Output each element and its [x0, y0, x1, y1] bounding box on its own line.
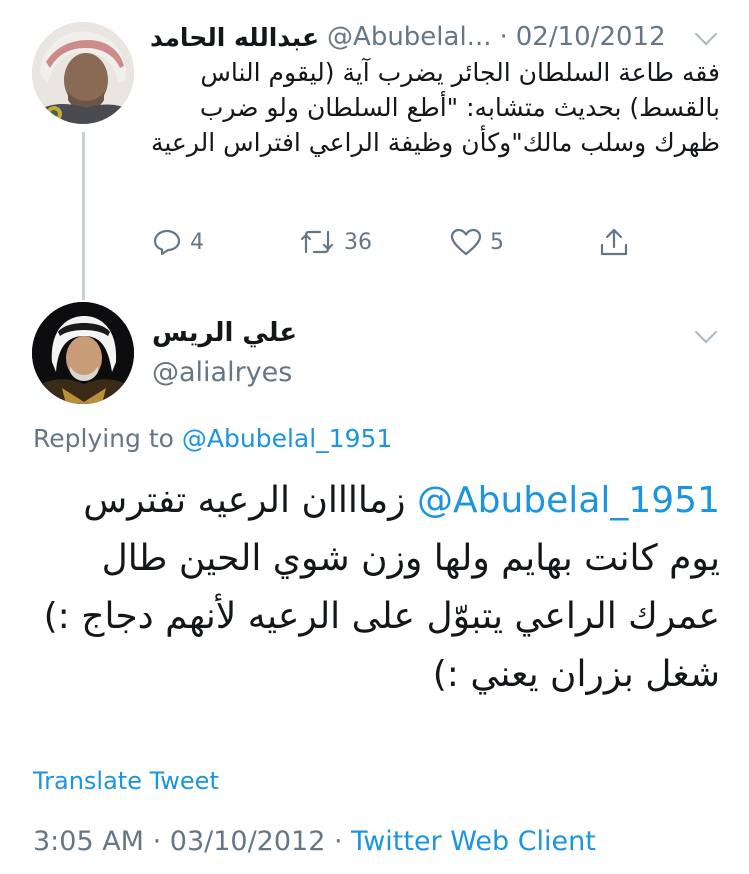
avatar-image — [32, 22, 134, 124]
translate-tweet-link[interactable]: Translate Tweet — [33, 767, 219, 795]
replying-to: Replying to @Abubelal_1951 — [33, 424, 392, 453]
separator: · — [499, 22, 508, 52]
share-icon — [600, 228, 628, 256]
retweet-count: 36 — [344, 229, 372, 255]
author-name[interactable]: عبدالله الحامد — [150, 23, 319, 52]
tweet-text: فقه طاعة السلطان الجائر يضرب آية (ليقوم … — [150, 58, 720, 157]
avatar-image — [32, 302, 134, 404]
reply-button[interactable]: 4 — [152, 228, 204, 256]
author-name[interactable]: علي الريس — [152, 318, 297, 348]
separator: · — [152, 826, 162, 857]
tweet-time[interactable]: 3:05 AM — [33, 826, 144, 857]
author-handle[interactable]: @alialryes — [152, 357, 292, 388]
share-button[interactable] — [598, 226, 630, 258]
chevron-down-icon[interactable] — [694, 22, 718, 46]
avatar[interactable] — [32, 22, 134, 124]
replying-to-handle[interactable]: @Abubelal_1951 — [182, 424, 392, 453]
tweet-source-link[interactable]: Twitter Web Client — [351, 826, 596, 857]
retweet-icon — [300, 230, 334, 254]
tweet-text: @Abubelal_1951 زماااان الرعيه تفترس يوم … — [28, 472, 720, 704]
chevron-down-icon[interactable] — [694, 320, 718, 344]
tweet-date[interactable]: 03/10/2012 — [170, 826, 326, 857]
retweet-button[interactable]: 36 — [298, 228, 372, 256]
author-handle[interactable]: @Abubelal... — [327, 22, 491, 52]
like-button[interactable]: 5 — [450, 228, 504, 256]
tweet-header: عبدالله الحامد @Abubelal... · 02/10/2012 — [150, 20, 690, 54]
reply-icon — [153, 229, 181, 256]
tweet-meta: 3:05 AM · 03/10/2012 · Twitter Web Clien… — [33, 826, 596, 857]
reply-count: 4 — [190, 229, 204, 255]
mention-link[interactable]: @Abubelal_1951 — [417, 480, 720, 521]
thread-line — [82, 132, 85, 300]
replying-to-label: Replying to — [33, 424, 174, 453]
parent-tweet[interactable]: عبدالله الحامد @Abubelal... · 02/10/2012… — [0, 0, 749, 300]
like-count: 5 — [490, 229, 504, 255]
avatar[interactable] — [32, 302, 134, 404]
heart-icon — [450, 228, 482, 256]
tweet-date[interactable]: 02/10/2012 — [516, 22, 666, 52]
separator: · — [333, 826, 343, 857]
